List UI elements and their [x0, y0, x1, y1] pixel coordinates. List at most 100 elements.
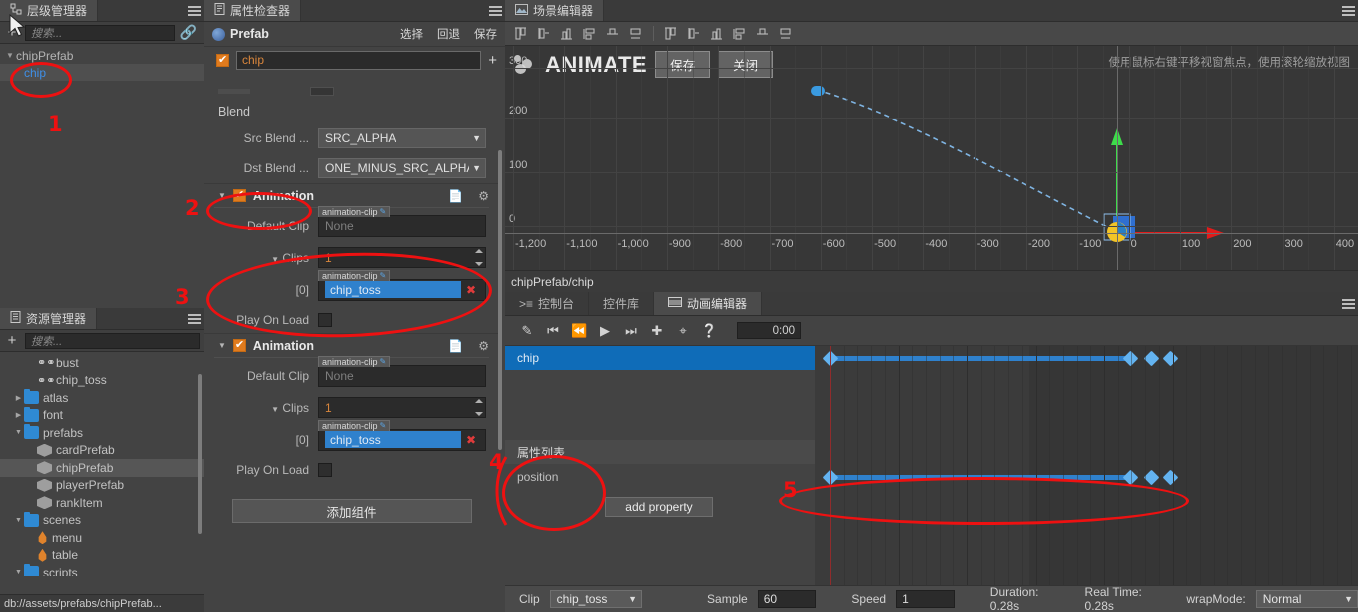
edit-pencil-icon[interactable]: ✎ — [380, 207, 387, 216]
default-clip-field-2[interactable]: None — [318, 364, 486, 387]
chevron-down-icon[interactable]: ▼ — [218, 341, 226, 350]
help-doc-icon[interactable]: 📄 — [448, 189, 463, 203]
link-icon[interactable]: 🔗 — [180, 24, 200, 41]
node-enabled-checkbox[interactable] — [216, 53, 229, 67]
tab-scene-editor[interactable]: 场景编辑器 — [505, 0, 605, 21]
assets-search-input[interactable]: 搜索... — [25, 332, 200, 349]
scene-viewport[interactable]: ANIMATE 保存 关闭 使用鼠标右键平移视窗焦点，使用滚轮缩放视图 -1,2… — [505, 46, 1358, 270]
node-keyframe-track[interactable] — [815, 346, 1358, 370]
prefab-select-button[interactable]: 选择 — [400, 26, 423, 42]
tab-widget-library[interactable]: 控件库 — [589, 292, 655, 315]
tree-row-chipprefab[interactable]: ▼ chipPrefab — [0, 47, 204, 64]
asset-row[interactable]: ▶ font — [0, 406, 204, 425]
distribute-top-icon[interactable] — [730, 25, 750, 42]
node-track-row[interactable]: chip — [505, 346, 815, 370]
position-keyframe-track[interactable] — [815, 465, 1358, 489]
tab-inspector[interactable]: 属性检查器 — [204, 0, 302, 21]
add-keyframe-icon[interactable]: ✚ — [649, 323, 665, 339]
tab-assets[interactable]: 资源管理器 — [0, 308, 98, 329]
chevron-down-icon[interactable]: ▼ — [6, 51, 16, 60]
help-icon[interactable]: ❔ — [701, 323, 717, 339]
asset-row[interactable]: table — [0, 547, 204, 565]
chevron-icon[interactable]: ▶ — [13, 411, 24, 419]
clear-clip-button-2[interactable]: ✖ — [461, 433, 481, 447]
timeline-area[interactable]: 0:000:050:100:150:200:25 − — [815, 346, 1358, 585]
align-top-icon[interactable] — [580, 25, 600, 42]
clips-stepper-2[interactable] — [475, 399, 484, 416]
asset-row[interactable]: menu — [0, 529, 204, 547]
play-icon[interactable]: ▶ — [597, 323, 613, 339]
dock-menu-button[interactable] — [1338, 292, 1358, 315]
assets-menu-button[interactable] — [184, 308, 204, 329]
chevron-icon[interactable]: ▼ — [13, 569, 24, 576]
tree-row-chip[interactable]: chip — [0, 64, 204, 81]
prefab-revert-button[interactable]: 回退 — [437, 26, 460, 42]
add-property-button[interactable]: add property — [605, 497, 713, 517]
sample-input[interactable]: 60 — [757, 590, 817, 608]
gear-icon[interactable]: ⚙ — [478, 189, 489, 203]
add-asset-button[interactable]: + — [4, 333, 20, 348]
src-blend-select[interactable]: SRC_ALPHA ▼ — [318, 128, 486, 148]
edit-pencil-icon[interactable]: ✎ — [380, 271, 387, 280]
tab-console[interactable]: >≡ 控制台 — [505, 292, 590, 315]
align-bottom-icon[interactable] — [626, 25, 646, 42]
chevron-down-icon[interactable]: ▼ — [271, 255, 279, 264]
edit-pencil-icon[interactable]: ✎ — [380, 357, 387, 366]
text-cursor-icon[interactable]: ⌖ — [675, 323, 691, 339]
chevron-down-icon[interactable]: ▼ — [218, 191, 226, 200]
property-row-position[interactable]: position — [505, 464, 815, 490]
asset-row[interactable]: playerPrefab — [0, 477, 204, 495]
chevron-icon[interactable]: ▼ — [13, 429, 24, 436]
chevron-down-icon[interactable]: ▼ — [271, 405, 279, 414]
edit-icon[interactable]: ✎ — [519, 323, 535, 339]
align-right-icon[interactable] — [557, 25, 577, 42]
dst-blend-select[interactable]: ONE_MINUS_SRC_ALPHA ▼ — [318, 158, 486, 178]
asset-row[interactable]: ▼ scripts — [0, 564, 204, 576]
speed-input[interactable]: 1 — [896, 590, 955, 608]
keyframe[interactable] — [1162, 350, 1179, 367]
clip-field-2[interactable]: chip_toss ✖ — [318, 428, 486, 451]
align-left-icon[interactable] — [511, 25, 531, 42]
edit-pencil-icon[interactable]: ✎ — [380, 421, 387, 430]
animation-enabled-checkbox-2[interactable] — [232, 338, 246, 352]
hierarchy-menu-button[interactable] — [184, 0, 204, 21]
clip-select[interactable]: chip_toss ▼ — [549, 590, 643, 608]
prefab-save-button[interactable]: 保存 — [474, 26, 497, 42]
asset-row[interactable]: ⚭⚭ chip_toss — [0, 372, 204, 390]
chevron-icon[interactable]: ▼ — [13, 517, 24, 524]
clips-count-input-2[interactable]: 1 — [318, 397, 486, 418]
prev-frame-icon[interactable]: ⏪ — [571, 323, 587, 339]
node-name-input[interactable]: chip — [236, 50, 482, 70]
asset-row[interactable]: cardPrefab — [0, 442, 204, 460]
distribute-center-h-icon[interactable] — [684, 25, 704, 42]
inspector-scrollbar[interactable] — [498, 150, 502, 450]
clips-count-input-1[interactable]: 1 — [318, 247, 486, 268]
align-center-h-icon[interactable] — [534, 25, 554, 42]
play-on-load-checkbox-2[interactable] — [318, 463, 332, 477]
tab-animation-editor[interactable]: 动画编辑器 — [654, 292, 763, 315]
animate-close-button[interactable]: 关闭 — [718, 51, 774, 78]
asset-row[interactable]: ⚭⚭ bust — [0, 354, 204, 372]
animation-enabled-checkbox-1[interactable] — [232, 188, 246, 202]
asset-row[interactable]: chipPrefab — [0, 459, 204, 477]
distribute-middle-v-icon[interactable] — [753, 25, 773, 42]
distribute-bottom-icon[interactable] — [776, 25, 796, 42]
default-clip-field-1[interactable]: None — [318, 214, 486, 237]
clips-stepper-1[interactable] — [475, 249, 484, 266]
keyframe[interactable] — [1162, 469, 1179, 486]
asset-row[interactable]: ▶ atlas — [0, 389, 204, 407]
clear-clip-button-1[interactable]: ✖ — [461, 283, 481, 297]
scene-menu-button[interactable] — [1338, 0, 1358, 21]
clip-field-1[interactable]: chip_toss ✖ — [318, 278, 486, 301]
help-doc-icon[interactable]: 📄 — [448, 339, 463, 353]
add-component-button[interactable]: 添加组件 — [231, 499, 472, 523]
next-frame-icon[interactable]: ⏭ — [623, 323, 639, 339]
asset-row[interactable]: rankItem — [0, 494, 204, 512]
skip-start-icon[interactable]: ⏮ — [545, 323, 561, 339]
asset-row[interactable]: ▼ prefabs — [0, 424, 204, 442]
play-on-load-checkbox-1[interactable] — [318, 313, 332, 327]
animation-component-header-2[interactable]: ▼ Animation 📄 ⚙ — [204, 333, 499, 357]
assets-scrollbar[interactable] — [198, 374, 202, 534]
current-time-display[interactable]: 0:00 — [737, 322, 801, 339]
inspector-menu-button[interactable] — [485, 0, 505, 21]
